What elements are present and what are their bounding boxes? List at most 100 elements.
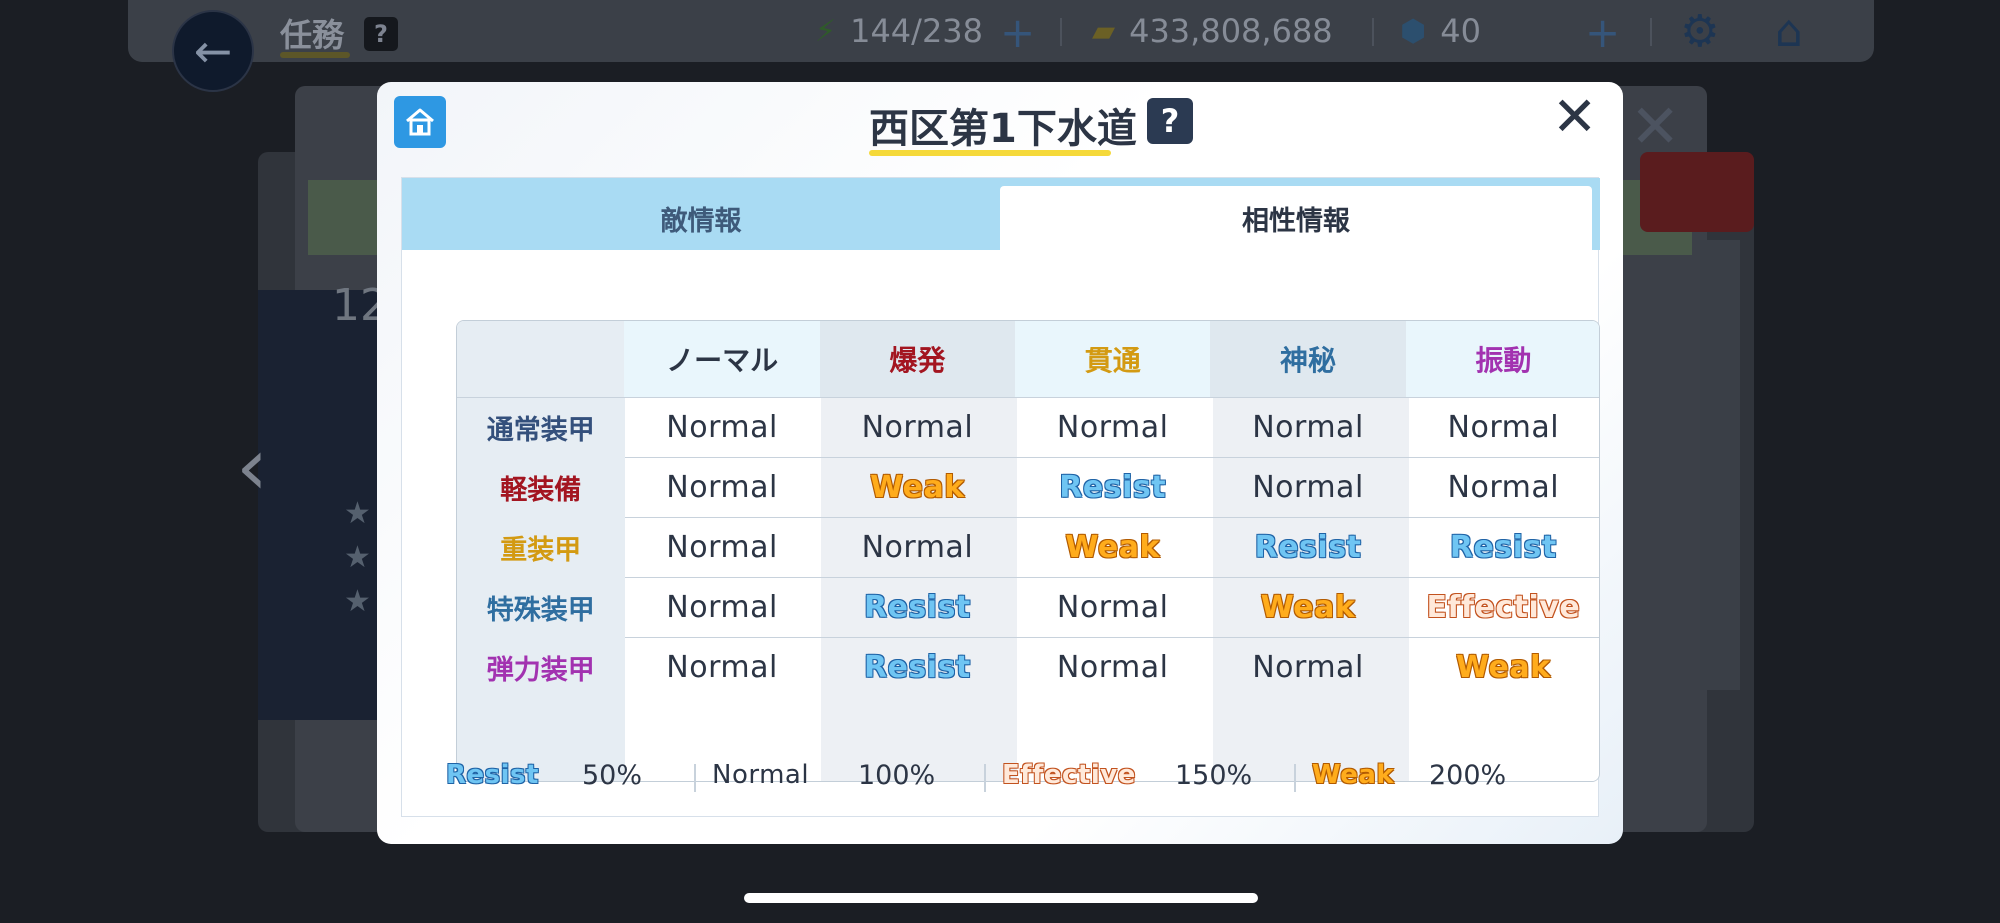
- gem-icon: ⬢: [1400, 13, 1427, 49]
- legend-label: Effective: [1002, 760, 1136, 790]
- row-label: 特殊装甲: [486, 594, 595, 626]
- chevron-left-icon[interactable]: ‹: [236, 420, 268, 513]
- column-header: ノーマル: [624, 321, 820, 397]
- gems-value: 40: [1440, 12, 1481, 50]
- arrow-left-icon: ←: [193, 24, 233, 78]
- credits-value: 433,808,688: [1129, 12, 1333, 50]
- legend-divider: [1294, 764, 1296, 792]
- effectiveness-value: Resist: [1254, 529, 1362, 565]
- close-icon[interactable]: ✕: [1630, 92, 1680, 162]
- effectiveness-value: Weak: [1065, 529, 1160, 565]
- table-row: 特殊装甲 Normal Resist Normal Weak Effective: [457, 577, 1599, 637]
- table-row: 通常装甲 Normal Normal Normal Normal Normal: [457, 397, 1599, 457]
- add-stamina-button[interactable]: +: [1000, 8, 1035, 57]
- effectiveness-value: Resist: [863, 649, 971, 685]
- legend-divider: [984, 764, 986, 792]
- table-cell: Normal: [1210, 457, 1405, 517]
- star-icons: ★ ★ ★: [344, 496, 371, 619]
- title-underline: [869, 150, 1111, 156]
- page-title: 任務: [280, 16, 345, 54]
- table-cell: Weak: [1210, 577, 1405, 637]
- lightning-icon: ⚡: [815, 13, 837, 49]
- effectiveness-value: Normal: [861, 409, 974, 445]
- add-gems-button[interactable]: +: [1585, 8, 1620, 57]
- background-badge: [1640, 152, 1754, 232]
- table-cell: Normal: [1406, 457, 1599, 517]
- effectiveness-value: Normal: [1056, 649, 1169, 685]
- home-icon[interactable]: ⌂: [1775, 6, 1803, 57]
- row-label: 重装甲: [500, 534, 582, 566]
- help-button[interactable]: ?: [1147, 98, 1193, 144]
- home-indicator: [744, 893, 1258, 903]
- divider: [1060, 18, 1062, 46]
- table-cell: Normal: [624, 397, 819, 457]
- effectiveness-value: Weak: [870, 469, 965, 505]
- row-label: 通常装甲: [486, 414, 595, 446]
- affinity-panel: 敵情報 相性情報 ノーマル 爆発 貫通 神秘 振動通常装甲 Normal Normal Nor…: [401, 177, 1600, 817]
- divider: [1650, 18, 1652, 46]
- tab-affinity-info[interactable]: 相性情報: [1000, 186, 1592, 250]
- table-cell: Normal: [1210, 637, 1405, 697]
- legend-label: Weak: [1311, 760, 1395, 791]
- effectiveness-value: Normal: [1056, 589, 1169, 625]
- effectiveness-value: Normal: [666, 469, 778, 505]
- legend-divider: [694, 764, 696, 792]
- table-cell: Normal: [820, 397, 1015, 457]
- effectiveness-value: Normal: [666, 409, 778, 445]
- table-cell: Normal: [624, 457, 819, 517]
- effectiveness-value: Resist: [1059, 469, 1167, 505]
- effectiveness-value: Normal: [666, 649, 778, 685]
- effectiveness-value: Normal: [666, 589, 778, 625]
- legend-value: 100%: [858, 760, 936, 791]
- effectiveness-value: Normal: [861, 529, 974, 565]
- table-cell: Effective: [1406, 577, 1599, 637]
- table-header: ノーマル 爆発 貫通 神秘 振動: [457, 321, 1599, 397]
- column-header: 貫通: [1015, 321, 1211, 397]
- legend-label: Normal: [712, 760, 810, 790]
- effectiveness-value: Normal: [1447, 409, 1560, 445]
- tab-enemy-info[interactable]: 敵情報: [402, 186, 1000, 250]
- effectiveness-value: Normal: [666, 529, 778, 565]
- gear-icon[interactable]: ⚙: [1680, 6, 1719, 57]
- close-icon: ✕: [1552, 85, 1598, 148]
- table-cell: Normal: [1015, 397, 1210, 457]
- help-button[interactable]: ?: [364, 17, 398, 51]
- effectiveness-value: Normal: [1056, 409, 1169, 445]
- table-cell: Resist: [1210, 517, 1405, 577]
- title-underline: [280, 52, 350, 58]
- table-cell: Normal: [624, 637, 819, 697]
- credits-display: ▰ 433,808,688: [1092, 12, 1333, 50]
- effectiveness-value: Normal: [1447, 469, 1560, 505]
- back-button[interactable]: ←: [172, 10, 254, 92]
- close-button[interactable]: ✕: [1552, 90, 1597, 144]
- table-cell: Resist: [1406, 517, 1599, 577]
- legend-label: Resist: [446, 760, 539, 790]
- table-cell: Normal: [1210, 397, 1405, 457]
- table-cell: Normal: [624, 517, 819, 577]
- table-cell: Weak: [1406, 637, 1599, 697]
- credits-icon: ▰: [1092, 13, 1116, 49]
- effectiveness-value: Effective: [1426, 589, 1581, 625]
- effectiveness-value: Normal: [1252, 409, 1364, 445]
- table-cell: Normal: [1015, 637, 1210, 697]
- legend: Resist 50% Normal 100% Effective 150% Weak 200%: [402, 748, 1600, 808]
- table-cell: Resist: [820, 577, 1015, 637]
- divider: [1372, 18, 1374, 46]
- table-row: 弾力装甲 Normal Resist Normal Normal Weak: [457, 637, 1599, 697]
- legend-value: 50%: [582, 760, 643, 791]
- stamina-display: ⚡ 144/238: [815, 12, 983, 50]
- home-button[interactable]: [394, 96, 446, 148]
- column-header: 神秘: [1210, 321, 1406, 397]
- table-cell: Weak: [1015, 517, 1210, 577]
- stage-info-dialog: 西区第1下水道 ? ✕ 敵情報 相性情報 ノーマル 爆発 貫通 神秘 振動 通常装甲 Nor…: [377, 82, 1623, 844]
- table-cell: Normal: [1406, 397, 1599, 457]
- background-cards: [1700, 240, 1740, 690]
- table-cell: Resist: [820, 637, 1015, 697]
- affinity-table: ノーマル 爆発 貫通 神秘 振動通常装甲 Normal Normal Normal Normal…: [456, 320, 1600, 782]
- table-row: 重装甲 Normal Normal Weak Resist Resist: [457, 517, 1599, 577]
- effectiveness-value: Weak: [1260, 589, 1356, 625]
- effectiveness-value: Resist: [1449, 529, 1557, 565]
- stamina-value: 144/238: [850, 12, 984, 50]
- table-cell: Normal: [820, 517, 1015, 577]
- table-cell: Weak: [820, 457, 1015, 517]
